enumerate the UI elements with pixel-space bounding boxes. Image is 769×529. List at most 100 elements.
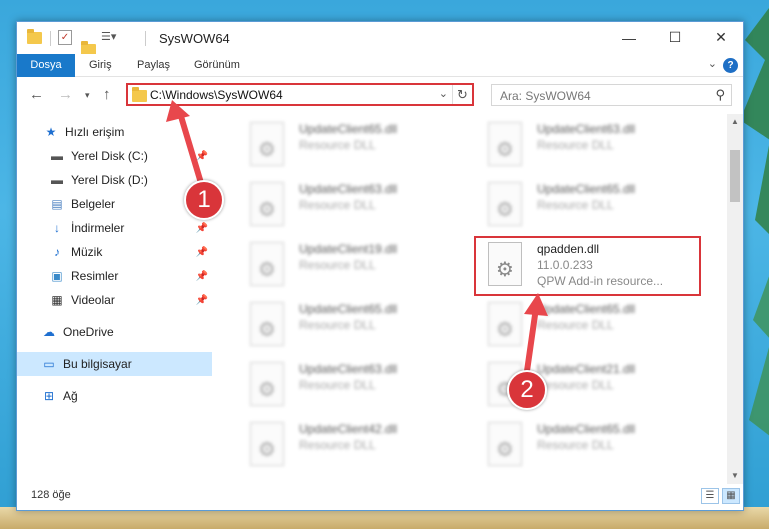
up-arrow-icon[interactable]: ↑	[103, 86, 111, 103]
sidebar-item-local-disk-d[interactable]: ▬ Yerel Disk (D:)	[17, 168, 212, 192]
file-type: Resource DLL	[299, 258, 376, 272]
help-button[interactable]: ?	[723, 58, 738, 73]
minimize-button[interactable]: —	[606, 22, 652, 53]
file-name: UpdateClient63.dll	[537, 122, 636, 136]
file-name: UpdateClient65.dll	[299, 122, 398, 136]
file-item[interactable]: UpdateClient65.dll Resource DLL	[474, 178, 699, 236]
dll-file-icon	[488, 302, 522, 346]
cloud-icon: ☁	[43, 325, 55, 339]
file-item[interactable]: UpdateClient63.dll Resource DLL	[236, 178, 461, 236]
pin-icon[interactable]: 📌	[196, 223, 208, 234]
file-type: Resource DLL	[299, 138, 376, 152]
file-item[interactable]: UpdateClient42.dll Resource DLL	[236, 418, 461, 476]
large-icons-view-icon[interactable]: ▦	[722, 488, 740, 504]
dll-file-icon	[250, 302, 284, 346]
sidebar-item-pictures[interactable]: ▣ Resimler 📌	[17, 264, 212, 288]
file-type: Resource DLL	[299, 378, 376, 392]
file-item[interactable]: UpdateClient63.dll Resource DLL	[474, 118, 699, 176]
file-item[interactable]: UpdateClient65.dll Resource DLL	[474, 418, 699, 476]
search-icon[interactable]: ⚲	[715, 87, 725, 103]
sidebar-item-label: OneDrive	[63, 325, 114, 339]
file-list: UpdateClient65.dll Resource DLL UpdateCl…	[222, 114, 727, 484]
scrollbar-thumb[interactable]	[730, 150, 740, 202]
forward-arrow-icon[interactable]: →	[58, 86, 73, 103]
dll-file-icon	[488, 422, 522, 466]
sidebar-item-documents[interactable]: ▤ Belgeler 📌	[17, 192, 212, 216]
dll-file-icon	[250, 122, 284, 166]
file-type: Resource DLL	[537, 198, 614, 212]
search-input[interactable]: Ara: SysWOW64 ⚲	[491, 84, 732, 106]
file-item[interactable]: UpdateClient19.dll Resource DLL	[236, 238, 461, 296]
status-bar: 128 öğe ☰ ▦	[17, 484, 743, 510]
pin-icon[interactable]: 📌	[196, 271, 208, 282]
title-bar: ✓ ☰▾ SysWOW64 — ☐ ✕	[17, 22, 744, 56]
sidebar-item-this-pc[interactable]: ▭ Bu bilgisayar	[17, 352, 212, 376]
sidebar-item-downloads[interactable]: ↓ İndirmeler 📌	[17, 216, 212, 240]
sidebar-item-label: Belgeler	[71, 197, 116, 211]
file-name: UpdateClient65.dll	[537, 182, 636, 196]
file-type: Resource DLL	[537, 138, 614, 152]
dll-file-icon	[250, 362, 284, 406]
tab-file[interactable]: Dosya	[17, 54, 75, 77]
tab-view[interactable]: Görünüm	[184, 54, 250, 77]
sidebar-item-quick-access[interactable]: ★ Hızlı erişim	[17, 120, 212, 144]
sidebar-item-label: Bu bilgisayar	[63, 357, 132, 371]
dll-file-icon	[250, 242, 284, 286]
details-view-icon[interactable]: ☰	[701, 488, 719, 504]
customize-toolbar-icon[interactable]: ☰▾	[101, 30, 116, 46]
sidebar-item-label: Yerel Disk (D:)	[71, 173, 148, 187]
address-bar[interactable]: C:\Windows\SysWOW64 ⌄ ↻	[126, 83, 474, 106]
address-dropdown-icon[interactable]: ⌄	[439, 87, 448, 100]
sidebar-item-onedrive[interactable]: ☁ OneDrive	[17, 320, 212, 344]
properties-icon[interactable]: ✓	[58, 30, 72, 45]
sidebar-item-local-disk-c[interactable]: ▬ Yerel Disk (C:) 📌	[17, 144, 212, 168]
sidebar-item-music[interactable]: ♪ Müzik 📌	[17, 240, 212, 264]
file-item[interactable]: UpdateClient65.dll Resource DLL	[474, 298, 699, 356]
file-type: Resource DLL	[299, 198, 376, 212]
sidebar-item-label: Videolar	[71, 293, 115, 307]
file-item[interactable]: UpdateClient63.dll Resource DLL	[236, 358, 461, 416]
recent-locations-icon[interactable]: ▾	[85, 90, 90, 101]
divider	[50, 31, 51, 46]
computer-icon: ▭	[43, 357, 55, 371]
sidebar-item-label: Yerel Disk (C:)	[71, 149, 148, 163]
chevron-down-icon[interactable]: ⌄	[708, 57, 717, 70]
callout-1-badge: 1	[184, 180, 224, 220]
sidebar-item-network[interactable]: ⊞ Ağ	[17, 384, 212, 408]
file-type: Resource DLL	[299, 438, 376, 452]
scroll-down-icon[interactable]: ▼	[727, 468, 743, 484]
file-type: Resource DLL	[537, 318, 614, 332]
address-row: ← → ▾ ↑ C:\Windows\SysWOW64 ⌄ ↻ Ara: Sys…	[17, 78, 743, 112]
dll-file-icon	[488, 182, 522, 226]
address-path[interactable]: C:\Windows\SysWOW64	[150, 88, 283, 102]
divider	[145, 31, 146, 46]
scroll-up-icon[interactable]: ▲	[727, 114, 743, 130]
pin-icon[interactable]: 📌	[196, 151, 208, 162]
drive-icon: ▬	[51, 149, 63, 163]
downloads-icon: ↓	[54, 221, 60, 235]
videos-icon: ▦	[51, 293, 63, 307]
close-button[interactable]: ✕	[698, 22, 744, 53]
file-name: UpdateClient63.dll	[299, 362, 398, 376]
vertical-scrollbar[interactable]: ▲ ▼	[727, 114, 743, 484]
back-arrow-icon[interactable]: ←	[29, 86, 44, 103]
navigation-pane: ★ Hızlı erişim ▬ Yerel Disk (C:) 📌 ▬ Yer…	[17, 114, 212, 484]
file-name: UpdateClient65.dll	[299, 302, 398, 316]
file-item[interactable]: UpdateClient65.dll Resource DLL	[236, 118, 461, 176]
dll-file-icon	[488, 122, 522, 166]
documents-icon: ▤	[51, 197, 63, 211]
refresh-icon[interactable]: ↻	[452, 85, 472, 104]
file-item[interactable]: UpdateClient65.dll Resource DLL	[236, 298, 461, 356]
pin-icon[interactable]: 📌	[196, 295, 208, 306]
sidebar-item-label: Hızlı erişim	[65, 125, 125, 139]
dll-file-icon	[250, 422, 284, 466]
item-count: 128 öğe	[31, 489, 71, 501]
tab-home[interactable]: Giriş	[79, 54, 122, 77]
sidebar-item-videos[interactable]: ▦ Videolar 📌	[17, 288, 212, 312]
highlight-box	[474, 236, 701, 296]
drive-icon: ▬	[51, 173, 63, 187]
pin-icon[interactable]: 📌	[196, 247, 208, 258]
maximize-button[interactable]: ☐	[652, 22, 698, 53]
sidebar-item-label: İndirmeler	[71, 221, 125, 235]
tab-share[interactable]: Paylaş	[127, 54, 180, 77]
